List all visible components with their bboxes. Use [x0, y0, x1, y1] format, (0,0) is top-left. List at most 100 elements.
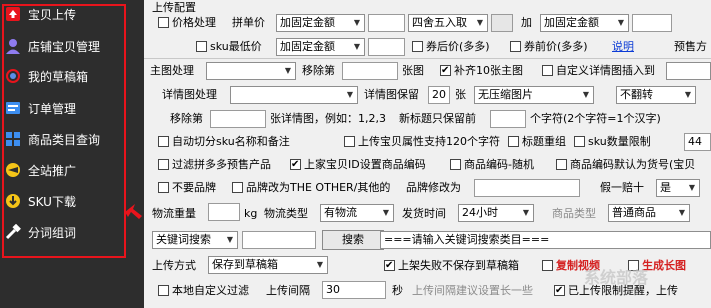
- sku-limit-checkbox[interactable]: sku数量限制: [574, 134, 651, 150]
- price-process-checkbox[interactable]: 价格处理: [158, 15, 216, 31]
- keyword-input[interactable]: [242, 231, 316, 249]
- grid-icon: [4, 130, 22, 148]
- fail-not-save-checkbox[interactable]: 上架失败不保存到草稿箱: [384, 258, 519, 274]
- goods-type-select[interactable]: 普通商品 ▼: [608, 204, 690, 222]
- kg-label: kg: [244, 207, 258, 220]
- order-icon: [4, 99, 22, 117]
- add-mode-select[interactable]: 加固定金额 ▼: [540, 14, 629, 32]
- brand-change-label: 品牌修改为: [406, 181, 461, 194]
- sidebar-item-upload[interactable]: 宝贝上传: [4, 1, 76, 27]
- divider: [144, 58, 711, 59]
- sidebar-item-store-goods[interactable]: 店铺宝贝管理: [4, 33, 100, 59]
- detail-image-select[interactable]: ▼: [230, 86, 358, 104]
- draft-icon: [4, 67, 22, 85]
- custom-detail-position-select[interactable]: [666, 62, 711, 80]
- sidebar-item-label: 宝贝上传: [28, 7, 77, 22]
- detail-keep-count-input[interactable]: 20: [428, 86, 450, 104]
- search-button[interactable]: 搜索: [322, 230, 384, 250]
- upload-config-panel: 上传配置 价格处理 拼单价 加固定金额 ▼ 四舍五入取 ▼ 加 加固定金额 ▼ sku…: [144, 0, 711, 308]
- pin-price-mode-select[interactable]: 加固定金额 ▼: [276, 14, 365, 32]
- flip-select[interactable]: 不翻转 ▼: [616, 86, 696, 104]
- ship-time-label: 发货时间: [402, 207, 446, 220]
- category-select[interactable]: ===请输入关键词搜索类目===: [380, 231, 711, 249]
- sidebar-item-category-query[interactable]: 商品类目查询: [4, 126, 100, 152]
- detail-remove-hint: 张详情图，例如：1,2,3: [270, 112, 386, 125]
- arrow-left-icon: [125, 204, 142, 219]
- fill10-checkbox[interactable]: 补齐10张主图: [440, 63, 523, 79]
- coupon-before-price-checkbox[interactable]: 券前价(多多): [510, 39, 588, 55]
- logistics-type-select[interactable]: 有物流 ▼: [320, 204, 394, 222]
- presale-label: 预售方: [674, 40, 707, 53]
- round-digits-input[interactable]: [491, 14, 513, 32]
- sidebar-item-word-split[interactable]: 分词组词: [4, 219, 76, 245]
- auto-cut-sku-checkbox[interactable]: 自动切分sku名称和备注: [158, 134, 290, 150]
- local-filter-checkbox[interactable]: 本地自定义过滤: [158, 283, 249, 299]
- upload-icon: [4, 5, 22, 23]
- upload-attr-120-checkbox[interactable]: 上传宝贝属性支持120个字符: [344, 134, 500, 150]
- sidebar-item-orders[interactable]: 订单管理: [4, 95, 76, 121]
- section-title: 上传配置: [152, 1, 196, 14]
- sidebar-item-label: 分词组词: [28, 225, 77, 240]
- sidebar-item-promotion[interactable]: 全站推广: [4, 157, 76, 183]
- sku-min-price-mode-select[interactable]: 加固定金额 ▼: [276, 38, 365, 56]
- code-random-checkbox[interactable]: 商品编码-随机: [450, 157, 534, 173]
- fake-label: 假一赔十: [600, 181, 644, 194]
- coupon-after-price-checkbox[interactable]: 券后价(多多): [412, 39, 490, 55]
- custom-detail-checkbox[interactable]: 自定义详情图插入到: [542, 63, 655, 79]
- pin-price-label: 拼单价: [232, 16, 265, 29]
- sidebar-item-drafts[interactable]: 我的草稿箱: [4, 63, 88, 89]
- keyword-search-select[interactable]: 关键词搜索 ▼: [152, 231, 238, 249]
- brand-change-input[interactable]: [474, 179, 580, 197]
- round-mode-select[interactable]: 四舍五入取 ▼: [408, 14, 488, 32]
- promo-icon: [4, 161, 22, 179]
- pin-price-amount-input[interactable]: [368, 14, 405, 32]
- detail-keep-label: 详情图保留: [364, 88, 419, 101]
- brand-to-other-checkbox[interactable]: 品牌改为THE OTHER/其他的: [232, 180, 390, 196]
- ship-time-select[interactable]: 24小时 ▼: [458, 204, 534, 222]
- detail-image-label: 详情图处理: [162, 88, 217, 101]
- sidebar-item-label: 店铺宝贝管理: [28, 39, 101, 54]
- filter-presale-checkbox[interactable]: 过滤拼多多预售产品: [158, 157, 271, 173]
- interval-hint: 上传间隔建议设置长一些: [412, 284, 533, 297]
- interval-input[interactable]: 30: [322, 281, 386, 299]
- interval-label: 上传间隔: [266, 284, 310, 297]
- main-image-select[interactable]: ▼: [206, 62, 296, 80]
- sidebar-item-sku-download[interactable]: SKU下载: [4, 188, 76, 214]
- no-brand-checkbox[interactable]: 不要品牌: [158, 180, 216, 196]
- sidebar-item-label: SKU下载: [28, 194, 76, 209]
- download-icon: [4, 192, 22, 210]
- sidebar-item-label: 我的草稿箱: [28, 69, 89, 84]
- sidebar-item-label: 全站推广: [28, 163, 77, 178]
- title-keep-label: 新标题只保留前: [399, 112, 476, 125]
- sku-min-price-checkbox[interactable]: sku最低价: [196, 39, 262, 55]
- remove-label: 移除第: [302, 64, 335, 77]
- detail-zhang-label: 张: [455, 88, 466, 101]
- sidebar-item-label: 订单管理: [28, 101, 77, 116]
- seconds-label: 秒: [392, 284, 403, 297]
- weight-input[interactable]: [208, 203, 240, 221]
- compress-select[interactable]: 无压缩图片 ▼: [474, 86, 594, 104]
- add-amount-input[interactable]: [632, 14, 672, 32]
- main-image-remove-input[interactable]: [342, 62, 398, 80]
- sku-limit-input[interactable]: 44: [684, 133, 711, 151]
- char-hint: 个字符(2个字符=1个汉字): [530, 112, 661, 125]
- upload-mode-select[interactable]: 保存到草稿箱 ▼: [208, 256, 328, 274]
- code-default-goods-checkbox[interactable]: 商品编码默认为货号(宝贝: [556, 157, 695, 173]
- weight-label: 物流重量: [152, 207, 196, 220]
- detail-remove-input[interactable]: [210, 110, 266, 128]
- set-code-by-id-checkbox[interactable]: 上家宝贝ID设置商品编码: [290, 157, 426, 173]
- title-keep-count-input[interactable]: [490, 110, 526, 128]
- logistics-type-label: 物流类型: [264, 207, 308, 220]
- main-image-label: 主图处理: [150, 64, 194, 77]
- title-regroup-checkbox[interactable]: 标题重组: [508, 134, 566, 150]
- upload-mode-label: 上传方式: [152, 259, 196, 272]
- user-icon: [4, 37, 22, 55]
- sku-min-price-amount-input[interactable]: [368, 38, 405, 56]
- watermark: 系统部落: [584, 268, 649, 287]
- add-label: 加: [521, 16, 532, 29]
- goods-type-label: 商品类型: [552, 207, 596, 220]
- detail-remove-label: 移除第: [170, 112, 203, 125]
- explain-link[interactable]: 说明: [612, 39, 634, 55]
- fake-select[interactable]: 是 ▼: [656, 179, 700, 197]
- sidebar: 宝贝上传 店铺宝贝管理 我的草稿箱 订单管理 商品类目查询 全站推广 SKU下载…: [0, 0, 144, 308]
